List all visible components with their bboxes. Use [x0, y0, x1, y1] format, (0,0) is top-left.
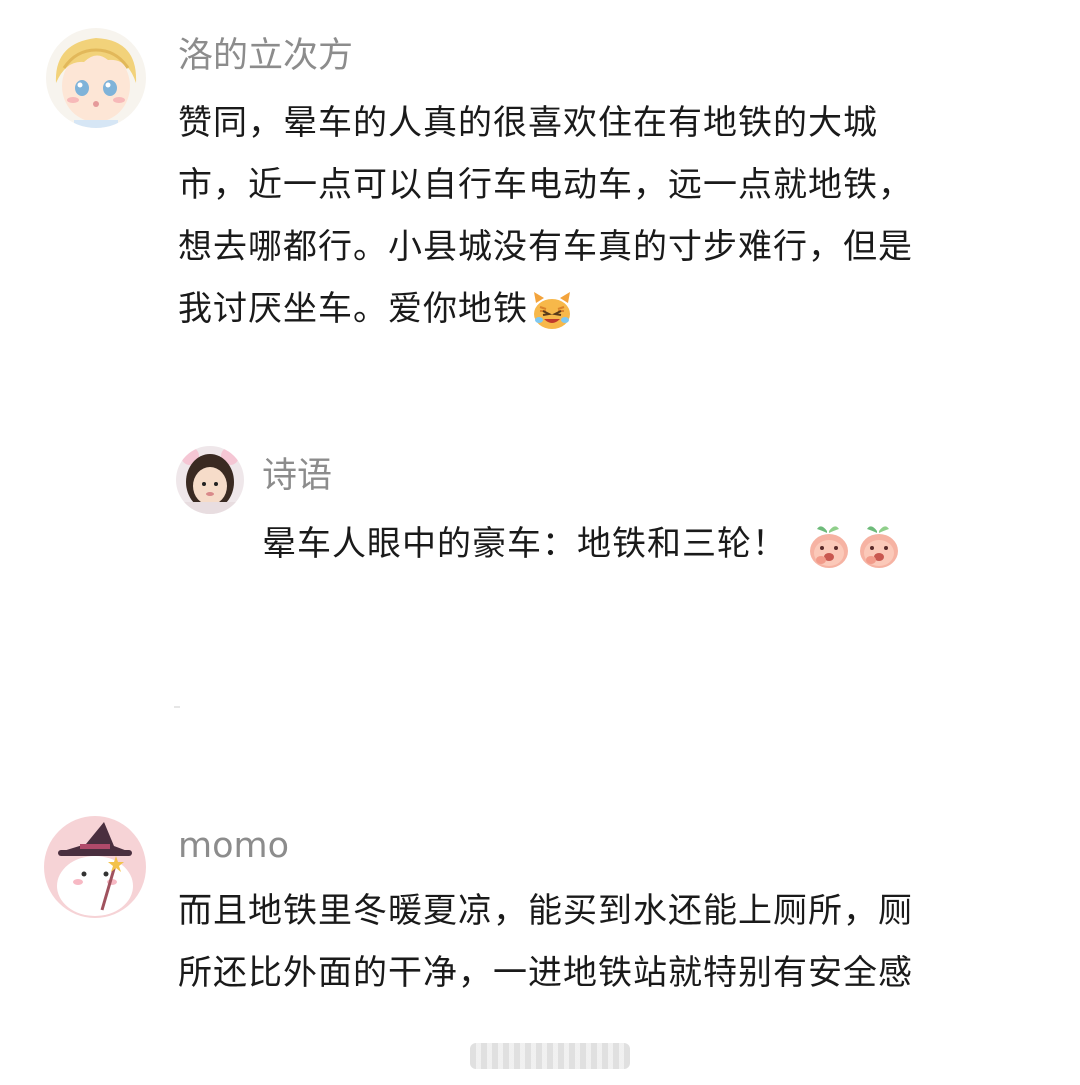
divider-mark — [174, 706, 180, 708]
peach-face-emoji — [807, 523, 851, 569]
comment-2-avatar[interactable] — [44, 816, 146, 918]
comment-1-line-2: 市，近一点可以自行车电动车，远一点就地铁， — [178, 165, 913, 205]
comment-1-line-1: 赞同，晕车的人真的很喜欢住在有地铁的大城 — [178, 103, 878, 143]
comment-1-avatar[interactable] — [46, 28, 146, 128]
reply-username[interactable]: 诗语 — [262, 454, 332, 498]
reply-avatar[interactable] — [176, 446, 244, 514]
reply-text: 晕车人眼中的豪车：地铁和三轮！ — [262, 513, 1042, 575]
comment-1-line-3: 想去哪都行。小县城没有车真的寸步难行，但是 — [178, 227, 913, 267]
girl-photo-avatar-icon — [176, 446, 244, 514]
reply-line-text: 晕车人眼中的豪车：地铁和三轮！ — [262, 524, 787, 564]
comment-2-line-1: 而且地铁里冬暖夏凉，能买到水还能上厕所，厕 — [178, 891, 913, 931]
snowman-witch-hat-avatar-icon — [44, 816, 146, 918]
comment-1-line-4-text: 我讨厌坐车。爱你地铁 — [178, 289, 528, 329]
comment-2-username[interactable]: momo — [178, 824, 289, 868]
comment-2-line-2: 所还比外面的干净，一进地铁站就特别有安全感 — [178, 953, 913, 993]
blond-boy-avatar-icon — [46, 28, 146, 128]
comment-2-text: 而且地铁里冬暖夏凉，能买到水还能上厕所，厕 所还比外面的干净，一进地铁站就特别有… — [178, 880, 1048, 1004]
comment-1-username[interactable]: 洛的立次方 — [178, 34, 353, 78]
watermark-blur — [470, 1043, 630, 1069]
reply-line: 晕车人眼中的豪车：地铁和三轮！ — [262, 513, 1042, 575]
peach-face-emoji — [857, 523, 901, 569]
cat-crying-laughing-emoji — [530, 289, 574, 333]
comment-1-text: 赞同，晕车的人真的很喜欢住在有地铁的大城 市，近一点可以自行车电动车，远一点就地… — [178, 92, 1038, 340]
comment-1-line-4: 我讨厌坐车。爱你地铁 — [178, 278, 1038, 340]
